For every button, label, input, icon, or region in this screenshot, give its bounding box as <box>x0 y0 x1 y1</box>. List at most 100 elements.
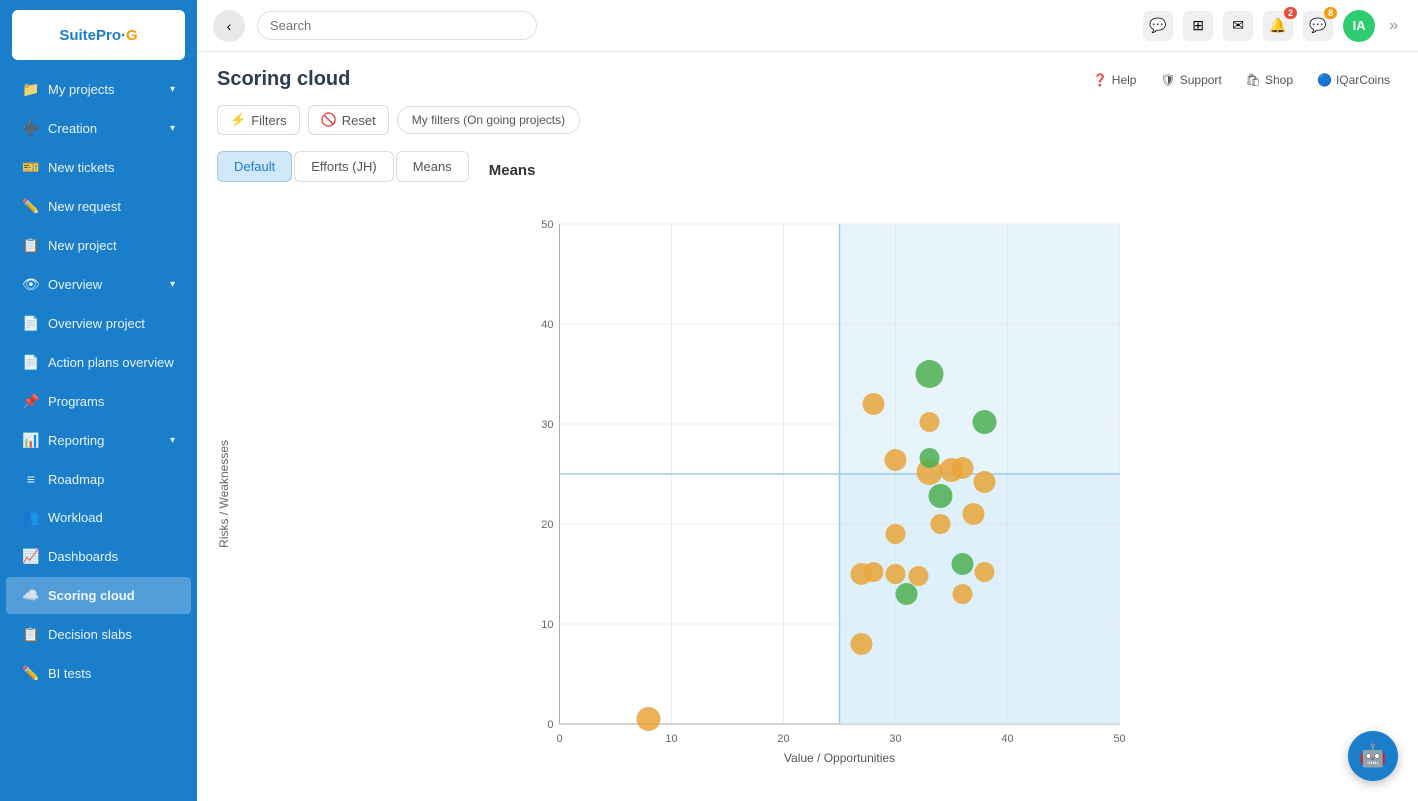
sidebar-item-dashboards[interactable]: 📈 Dashboards <box>6 538 191 575</box>
dot[interactable] <box>973 410 997 434</box>
svg-text:0: 0 <box>547 719 553 731</box>
dot[interactable] <box>909 566 929 586</box>
page-actions: ❓ Help 🛡 Support 🛍 Shop 🔵 IQarCoins <box>1085 69 1398 91</box>
message-icon-button[interactable]: 💬 8 <box>1303 11 1333 41</box>
svg-text:10: 10 <box>541 619 553 631</box>
filter-icon: ⚡ <box>230 112 246 128</box>
chevron-icon: ▾ <box>170 84 175 95</box>
sidebar-item-new-request[interactable]: ✏️ New request <box>6 188 191 225</box>
ticket-icon: 🎫 <box>22 159 40 176</box>
group-icon: 👥 <box>22 509 40 526</box>
plus-icon: ➕ <box>22 120 40 137</box>
sidebar-item-label: New request <box>48 199 121 214</box>
dot[interactable] <box>931 514 951 534</box>
dot[interactable] <box>952 553 974 575</box>
chart-icon: 📊 <box>22 432 40 449</box>
dot[interactable] <box>886 564 906 584</box>
shop-link[interactable]: 🛍 Shop <box>1238 69 1301 91</box>
doc-icon: 📄 <box>22 315 40 332</box>
sidebar-item-label: Roadmap <box>48 472 104 487</box>
dot[interactable] <box>920 448 940 468</box>
notification-badge: 2 <box>1284 7 1297 19</box>
sidebar-item-programs[interactable]: 📌 Programs <box>6 383 191 420</box>
support-link[interactable]: 🛡 Support <box>1152 69 1229 91</box>
avatar-button[interactable]: IA <box>1343 10 1375 42</box>
svg-text:40: 40 <box>1001 733 1013 745</box>
folder-icon: 📁 <box>22 81 40 98</box>
dot[interactable] <box>974 471 996 493</box>
sidebar-item-label: Decision slabs <box>48 627 132 642</box>
dot[interactable] <box>885 449 907 471</box>
chat-icon-button[interactable]: 💬 <box>1143 11 1173 41</box>
eye-icon: 👁 <box>22 276 40 293</box>
dot[interactable] <box>920 412 940 432</box>
help-link[interactable]: ❓ Help <box>1085 69 1145 91</box>
search-input[interactable] <box>257 11 537 40</box>
iqar-link[interactable]: 🔵 IQarCoins <box>1309 69 1398 91</box>
sidebar-item-bi-tests[interactable]: ✏️ BI tests <box>6 655 191 692</box>
content-area: Scoring cloud ❓ Help 🛡 Support 🛍 Shop 🔵 … <box>197 52 1418 801</box>
dot[interactable] <box>952 457 974 479</box>
tab-means[interactable]: Means <box>396 151 469 182</box>
svg-text:50: 50 <box>541 219 553 231</box>
sidebar-item-label: BI tests <box>48 666 91 681</box>
collapse-icon[interactable]: » <box>1385 13 1402 39</box>
reset-button[interactable]: 🚫 Reset <box>308 105 389 135</box>
sidebar-item-scoring-cloud[interactable]: ☁️ Scoring cloud <box>6 577 191 614</box>
sidebar-item-reporting[interactable]: 📊 Reporting ▾ <box>6 422 191 459</box>
pencil-icon: ✏️ <box>22 665 40 682</box>
bot-button[interactable]: 🤖 <box>1348 731 1398 781</box>
sidebar-item-label: My projects <box>48 82 114 97</box>
sidebar-item-label: Workload <box>48 510 103 525</box>
sidebar-item-new-tickets[interactable]: 🎫 New tickets <box>6 149 191 186</box>
dot[interactable] <box>929 484 953 508</box>
header: ‹ 💬 ⊞ ✉ 🔔 2 💬 8 IA » <box>197 0 1418 52</box>
active-filter-tag[interactable]: My filters (On going projects) <box>397 106 580 134</box>
sidebar-item-overview[interactable]: 👁 Overview ▾ <box>6 266 191 303</box>
bell-icon-button[interactable]: 🔔 2 <box>1263 11 1293 41</box>
sidebar-item-creation[interactable]: ➕ Creation ▾ <box>6 110 191 147</box>
header-icons: 💬 ⊞ ✉ 🔔 2 💬 8 IA » <box>1143 10 1402 42</box>
back-button[interactable]: ‹ <box>213 10 245 42</box>
svg-text:Value / Opportunities: Value / Opportunities <box>784 751 895 765</box>
tab-default[interactable]: Default <box>217 151 292 182</box>
chart-wrapper: Risks / Weaknesses <box>217 214 1398 774</box>
svg-text:20: 20 <box>777 733 789 745</box>
sidebar-item-roadmap[interactable]: ≡ Roadmap <box>6 461 191 497</box>
clipboard-icon: 📋 <box>22 237 40 254</box>
svg-text:30: 30 <box>541 419 553 431</box>
chevron-icon: ▾ <box>170 123 175 134</box>
message-badge: 8 <box>1324 7 1337 19</box>
page-title: Scoring cloud <box>217 68 350 91</box>
dot[interactable] <box>851 633 873 655</box>
dot[interactable] <box>896 583 918 605</box>
dot[interactable] <box>963 503 985 525</box>
dot[interactable] <box>863 393 885 415</box>
grid-icon-button[interactable]: ⊞ <box>1183 11 1213 41</box>
sidebar-item-decision-slabs[interactable]: 📋 Decision slabs <box>6 616 191 653</box>
dot[interactable] <box>916 360 944 388</box>
svg-text:0: 0 <box>556 733 562 745</box>
scoring-cloud-chart: 0 10 20 30 40 50 0 10 20 30 40 50 Value … <box>241 214 1398 774</box>
sidebar-item-overview-project[interactable]: 📄 Overview project <box>6 305 191 342</box>
dot[interactable] <box>637 707 661 731</box>
sidebar-item-label: Overview <box>48 277 102 292</box>
edit-icon: ✏️ <box>22 198 40 215</box>
dot[interactable] <box>975 562 995 582</box>
tab-efforts[interactable]: Efforts (JH) <box>294 151 394 182</box>
sidebar-item-label: Overview project <box>48 316 145 331</box>
dot[interactable] <box>864 562 884 582</box>
mail-icon-button[interactable]: ✉ <box>1223 11 1253 41</box>
sidebar-item-label: Dashboards <box>48 549 118 564</box>
table-icon: 📋 <box>22 626 40 643</box>
sidebar-item-workload[interactable]: 👥 Workload <box>6 499 191 536</box>
sidebar-item-new-project[interactable]: 📋 New project <box>6 227 191 264</box>
sidebar-item-action-plans-overview[interactable]: 📄 Action plans overview <box>6 344 191 381</box>
sidebar-item-my-projects[interactable]: 📁 My projects ▾ <box>6 71 191 108</box>
svg-text:40: 40 <box>541 319 553 331</box>
dot[interactable] <box>953 584 973 604</box>
svg-text:30: 30 <box>889 733 901 745</box>
dot[interactable] <box>886 524 906 544</box>
sidebar-item-label: New project <box>48 238 117 253</box>
filter-button[interactable]: ⚡ Filters <box>217 105 300 135</box>
